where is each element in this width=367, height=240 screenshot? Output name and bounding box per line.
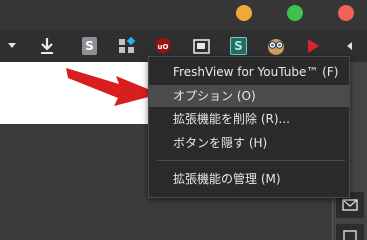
menu-item-hide-button[interactable]: ボタンを隠す (H) xyxy=(149,132,349,154)
download-icon[interactable] xyxy=(38,37,56,55)
maximize-window-button[interactable] xyxy=(287,5,303,21)
window-titlebar xyxy=(0,0,367,30)
grid-extension-icon[interactable] xyxy=(118,37,136,55)
svg-text:uO: uO xyxy=(158,43,169,51)
menu-item-manage-extensions[interactable]: 拡張機能の管理 (M) xyxy=(149,168,349,190)
extension-context-menu: FreshView for YouTube™ (F) オプション (O) 拡張機… xyxy=(148,56,350,198)
menu-separator xyxy=(157,160,345,161)
menu-item-freshview[interactable]: FreshView for YouTube™ (F) xyxy=(149,61,349,83)
minimize-window-button[interactable] xyxy=(236,5,252,21)
ublock-shield-icon[interactable]: uO xyxy=(155,37,171,55)
chevron-down-icon[interactable] xyxy=(6,37,18,55)
menu-item-remove-extension[interactable]: 拡張機能を削除 (R)... xyxy=(149,108,349,130)
picture-in-picture-icon[interactable] xyxy=(193,37,210,55)
s-teal-extension-button[interactable]: S xyxy=(230,37,247,55)
note-icon[interactable] xyxy=(336,224,364,240)
chevron-left-icon[interactable] xyxy=(344,37,354,55)
owl-extension-icon[interactable] xyxy=(266,37,286,55)
play-extension-icon[interactable] xyxy=(306,37,320,55)
menu-item-options[interactable]: オプション (O) xyxy=(149,85,349,107)
s-extension-button[interactable]: S xyxy=(82,37,97,55)
close-window-button[interactable] xyxy=(338,5,354,21)
